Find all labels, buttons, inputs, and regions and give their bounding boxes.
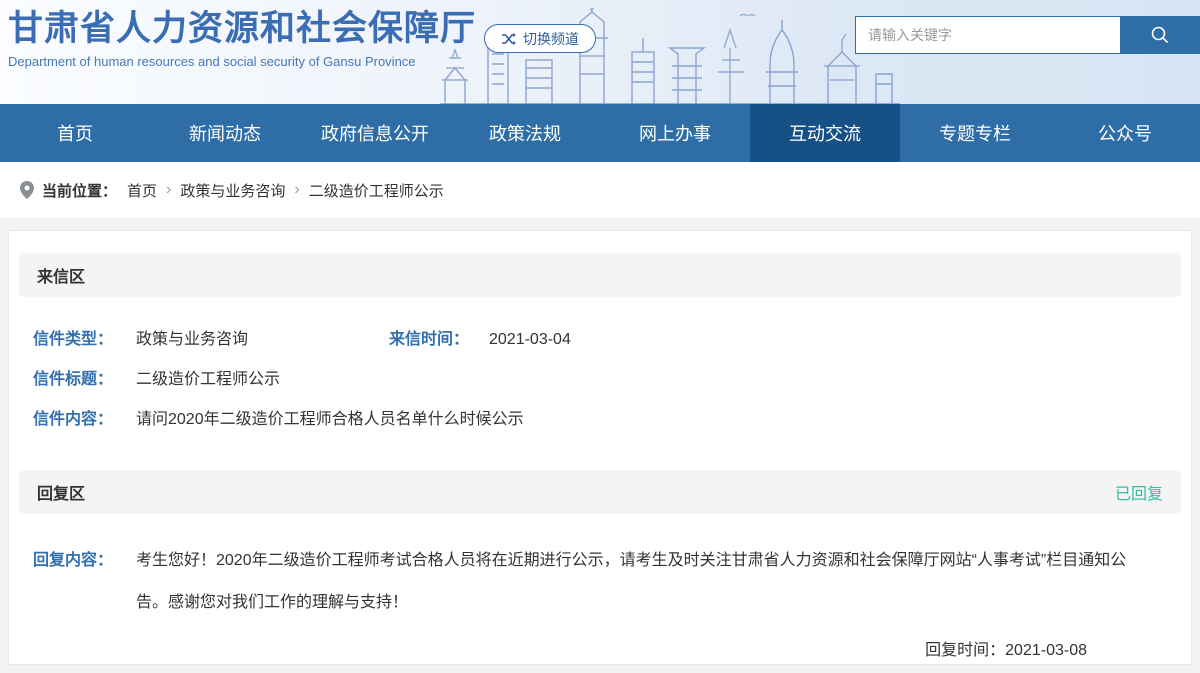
nav-item-policies[interactable]: 政策法规 xyxy=(450,104,600,162)
nav-item-online-services[interactable]: 网上办事 xyxy=(600,104,750,162)
letter-date-value: 2021-03-04 xyxy=(489,329,571,350)
breadcrumb-link-consultation[interactable]: 政策与业务咨询 xyxy=(180,180,285,201)
search-input[interactable] xyxy=(855,16,1120,54)
letter-content-value: 请问2020年二级造价工程师合格人员名单什么时候公示 xyxy=(136,409,524,430)
letter-type-value: 政策与业务咨询 xyxy=(136,329,248,350)
replied-status-badge: 已回复 xyxy=(1115,480,1163,504)
letter-title-label: 信件标题： xyxy=(33,369,136,390)
switch-channel-label: 切换频道 xyxy=(523,29,579,49)
letter-date-label: 来信时间： xyxy=(389,329,489,350)
reply-section-header: 回复区 已回复 xyxy=(19,470,1181,514)
site-logo: 甘肃省人力资源和社会保障厅 Department of human resour… xyxy=(8,6,476,69)
nav-item-interaction[interactable]: 互动交流 xyxy=(750,104,900,162)
letter-content-label: 信件内容： xyxy=(33,409,136,430)
reply-content-label: 回复内容： xyxy=(33,540,136,624)
reply-section-title: 回复区 xyxy=(37,480,85,504)
location-pin-icon xyxy=(20,181,34,199)
reply-time-value: 2021-03-08 xyxy=(1005,642,1087,659)
letter-type-label: 信件类型： xyxy=(33,329,136,350)
nav-item-wechat[interactable]: 公众号 xyxy=(1050,104,1200,162)
reply-row-content: 回复内容： 考生您好！2020年二级造价工程师考试合格人员将在近期进行公示，请考… xyxy=(33,540,1167,624)
breadcrumb: 当前位置： 首页 › 政策与业务咨询 › 二级造价工程师公示 xyxy=(0,162,1200,218)
breadcrumb-separator: › xyxy=(166,181,171,199)
letter-type-pair: 信件类型： 政策与业务咨询 xyxy=(33,329,389,350)
letter-section-title: 来信区 xyxy=(37,263,85,287)
nav-item-gov-info[interactable]: 政府信息公开 xyxy=(300,104,450,162)
letter-info: 信件类型： 政策与业务咨询 来信时间： 2021-03-04 信件标题： 二级造… xyxy=(9,329,1191,430)
breadcrumb-separator: › xyxy=(294,181,299,199)
letter-title-value: 二级造价工程师公示 xyxy=(136,369,280,390)
switch-channel-button[interactable]: 切换频道 xyxy=(484,24,596,53)
city-skyline-illustration xyxy=(440,8,900,104)
main-nav: 首页 新闻动态 政府信息公开 政策法规 网上办事 互动交流 专题专栏 公众号 xyxy=(0,104,1200,162)
letter-row-type-date: 信件类型： 政策与业务咨询 来信时间： 2021-03-04 xyxy=(33,329,1167,350)
reply-content-value: 考生您好！2020年二级造价工程师考试合格人员将在近期进行公示，请考生及时关注甘… xyxy=(136,540,1148,624)
site-title: 甘肃省人力资源和社会保障厅 xyxy=(8,6,476,52)
breadcrumb-current: 二级造价工程师公示 xyxy=(309,180,444,201)
nav-item-special-columns[interactable]: 专题专栏 xyxy=(900,104,1050,162)
breadcrumb-prefix: 当前位置： xyxy=(42,180,117,201)
reply-time-row: 回复时间：2021-03-08 xyxy=(33,636,1167,660)
reply-info: 回复内容： 考生您好！2020年二级造价工程师考试合格人员将在近期进行公示，请考… xyxy=(9,540,1191,660)
reply-time-label: 回复时间： xyxy=(925,642,1005,659)
message-detail-card: 来信区 信件类型： 政策与业务咨询 来信时间： 2021-03-04 信件标题：… xyxy=(8,230,1192,665)
letter-section-header: 来信区 xyxy=(19,253,1181,297)
site-subtitle: Department of human resources and social… xyxy=(8,54,476,69)
search-button[interactable] xyxy=(1120,16,1200,54)
search-icon xyxy=(1149,24,1171,46)
letter-row-title: 信件标题： 二级造价工程师公示 xyxy=(33,369,1167,390)
site-header: 甘肃省人力资源和社会保障厅 Department of human resour… xyxy=(0,0,1200,104)
breadcrumb-link-home[interactable]: 首页 xyxy=(127,180,157,201)
nav-item-news[interactable]: 新闻动态 xyxy=(150,104,300,162)
search-box xyxy=(855,16,1200,54)
nav-item-home[interactable]: 首页 xyxy=(0,104,150,162)
letter-row-content: 信件内容： 请问2020年二级造价工程师合格人员名单什么时候公示 xyxy=(33,409,1167,430)
shuffle-icon xyxy=(501,33,517,45)
letter-date-pair: 来信时间： 2021-03-04 xyxy=(389,329,571,350)
